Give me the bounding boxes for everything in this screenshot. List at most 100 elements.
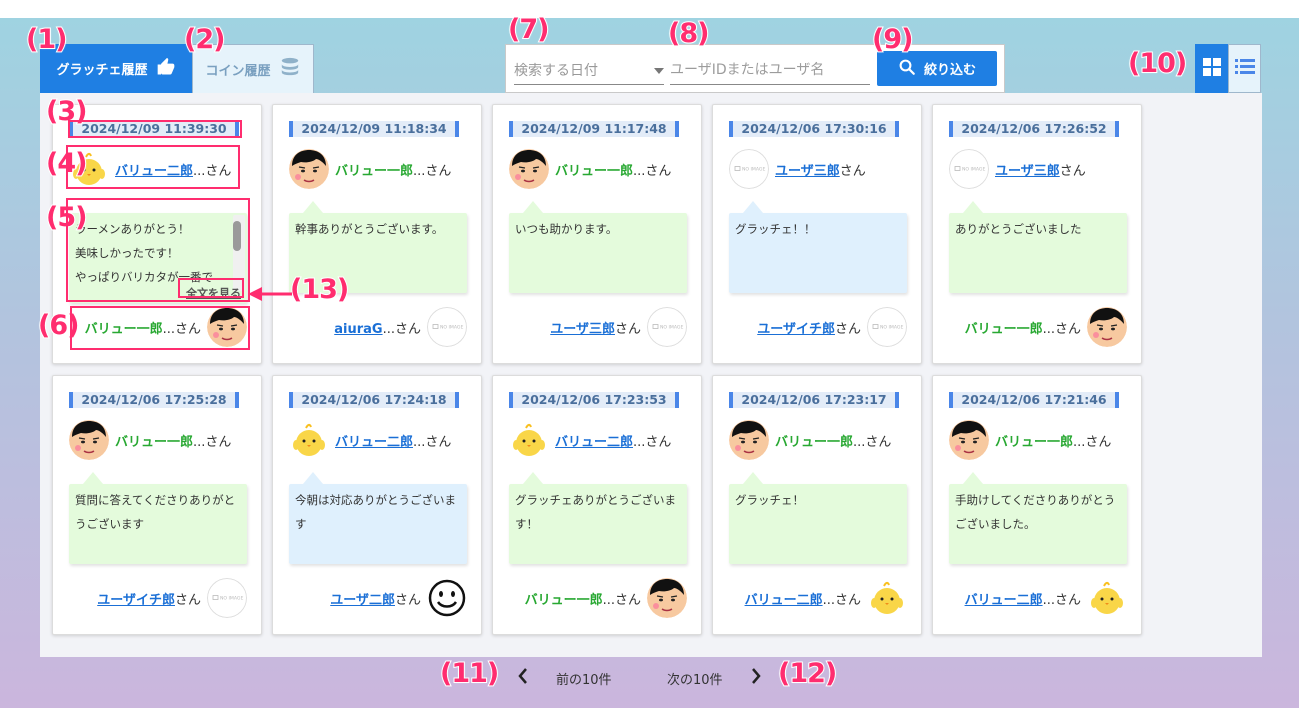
user-search-input[interactable] (670, 55, 870, 85)
sender-row: バリュー二郎...さん (289, 420, 451, 460)
face-avatar (509, 149, 549, 189)
receiver-name[interactable]: ユーザ三郎 (550, 322, 615, 337)
sender-row: バリュー一郎...さん (289, 149, 451, 189)
sender-name: バリュー一郎 (995, 434, 1074, 450)
card-date: 2024/12/09 11:17:48 (509, 121, 679, 137)
noimage-avatar: NO IMAGE (427, 307, 467, 347)
highlight-box-date (68, 120, 242, 138)
highlight-box-sender (66, 145, 240, 189)
message-line: 幹事ありがとうございます。 (295, 222, 444, 236)
receiver-name[interactable]: バリュー二郎 (965, 593, 1043, 608)
message-line: グラッチェ！！ (735, 222, 816, 236)
san-suffix: さん (1054, 592, 1081, 608)
gratche-card: 2024/12/09 11:17:48 バリュー一郎...さん いつも助かります… (492, 104, 702, 364)
message-line: す！ (515, 517, 538, 531)
gratche-card: 2024/12/06 17:23:53 バリュー二郎...さん グラッチェありが… (492, 375, 702, 635)
sender-row: バリュー一郎...さん (509, 149, 671, 189)
gratche-card: 2024/12/06 17:24:18 バリュー二郎...さん 今朝は対応ありが… (272, 375, 482, 635)
receiver-name[interactable]: aiuraG (334, 322, 382, 337)
annotation-13: (13) (289, 273, 350, 306)
next-page-button[interactable]: 次の10件 (667, 666, 761, 690)
sender-row: NO IMAGE ユーザ三郎さん (729, 149, 866, 189)
gratche-card: 2024/12/06 17:30:16 NO IMAGE ユーザ三郎さん グラッチ… (712, 104, 922, 364)
receiver-name[interactable]: ユーザ二郎 (330, 593, 395, 608)
san-suffix: さん (394, 321, 421, 337)
face-avatar (289, 149, 329, 189)
annotation-8: (8) (667, 17, 711, 50)
receiver-row: バリュー一郎...さん (965, 307, 1127, 347)
san-suffix: さん (1054, 321, 1081, 337)
sender-suffix: ... (193, 434, 206, 450)
date-select[interactable]: 検索する日付 (514, 55, 664, 85)
message-bubble: グラッチェ！！ (729, 201, 907, 293)
sender-row: NO IMAGE ユーザ三郎さん (949, 149, 1086, 189)
message-line: グラッチェありがとうございま (515, 493, 676, 507)
card-date: 2024/12/06 17:23:53 (509, 392, 679, 408)
annotation-11: (11) (439, 657, 500, 690)
sender-row: バリュー一郎...さん (949, 420, 1111, 460)
sender-name[interactable]: ユーザ三郎 (995, 164, 1060, 179)
filter-button[interactable]: 絞り込む (877, 51, 997, 86)
noimage-avatar: NO IMAGE (867, 307, 907, 347)
smiley-avatar (427, 578, 467, 618)
sender-name[interactable]: ユーザ三郎 (775, 164, 840, 179)
receiver-name: バリュー一郎 (524, 592, 603, 608)
receiver-name: バリュー一郎 (964, 321, 1043, 337)
san-suffix: さん (834, 321, 861, 337)
annotation-arrow (248, 286, 294, 305)
san-suffix: さん (614, 592, 641, 608)
annotation-12: (12) (777, 657, 838, 690)
sender-row: バリュー一郎...さん (729, 420, 891, 460)
gratche-card: 2024/12/06 17:26:52 NO IMAGE ユーザ三郎さん ありがと… (932, 104, 1142, 364)
sender-name: バリュー一郎 (335, 163, 414, 179)
annotation-10: (10) (1127, 47, 1188, 80)
sender-name[interactable]: バリュー二郎 (555, 435, 633, 450)
card-date: 2024/12/06 17:23:17 (729, 392, 899, 408)
message-line: 今朝は対応ありがとうございま (295, 493, 456, 507)
receiver-row: ユーザ三郎さん NO IMAGE (550, 307, 687, 347)
gratche-card: 2024/12/06 17:21:46 バリュー一郎...さん 手助けしてくださ… (932, 375, 1142, 635)
gratche-card: 2024/12/09 11:18:34 バリュー一郎...さん 幹事ありがとうご… (272, 104, 482, 364)
filter-bar: 検索する日付 絞り込む (505, 44, 1005, 93)
noimage-avatar: NO IMAGE (207, 578, 247, 618)
receiver-suffix: ... (1042, 321, 1055, 337)
message-line: グラッチェ！ (735, 493, 804, 507)
card-date: 2024/12/09 11:18:34 (289, 121, 459, 137)
san-suffix: さん (834, 592, 861, 608)
message-bubble: グラッチェ！ (729, 472, 907, 564)
card-date: 2024/12/06 17:24:18 (289, 392, 459, 408)
noimage-avatar: NO IMAGE (647, 307, 687, 347)
filter-button-label: 絞り込む (923, 63, 976, 78)
san-suffix: さん (1059, 163, 1086, 179)
sender-name: バリュー一郎 (115, 434, 194, 450)
receiver-name[interactable]: ユーザイチ郎 (757, 322, 835, 337)
chevron-left-icon (518, 668, 528, 688)
svg-text:NO IMAGE: NO IMAGE (742, 167, 765, 173)
receiver-suffix: ... (602, 592, 615, 608)
san-suffix: さん (205, 434, 232, 450)
message-bubble: いつも助かります。 (509, 201, 687, 293)
receiver-name[interactable]: バリュー二郎 (745, 593, 823, 608)
sender-name[interactable]: バリュー二郎 (335, 435, 413, 450)
prev-page-button[interactable]: 前の10件 (518, 666, 612, 690)
svg-text:NO IMAGE: NO IMAGE (962, 167, 985, 173)
annotation-1: (1) (25, 23, 69, 56)
list-view-button[interactable] (1228, 44, 1261, 93)
grid-view-icon (1202, 57, 1221, 80)
san-suffix: さん (865, 434, 892, 450)
gratche-card: 2024/12/06 17:23:17 バリュー一郎...さん グラッチェ！ バ… (712, 375, 922, 635)
chick-avatar (509, 420, 549, 460)
chick-avatar (867, 578, 907, 618)
svg-text:NO IMAGE: NO IMAGE (220, 596, 243, 602)
sender-suffix: ... (1073, 434, 1086, 450)
sender-row: バリュー一郎...さん (69, 420, 231, 460)
receiver-row: バリュー二郎...さん (965, 578, 1127, 618)
receiver-name[interactable]: ユーザイチ郎 (97, 593, 175, 608)
sender-row: バリュー二郎...さん (509, 420, 671, 460)
annotation-2: (2) (183, 23, 227, 56)
card-date: 2024/12/06 17:26:52 (949, 121, 1119, 137)
tab-gratche-label: グラッチェ履歴 (56, 63, 148, 78)
grid-view-button[interactable] (1195, 44, 1228, 93)
card-date: 2024/12/06 17:30:16 (729, 121, 899, 137)
sender-suffix: ... (853, 434, 866, 450)
